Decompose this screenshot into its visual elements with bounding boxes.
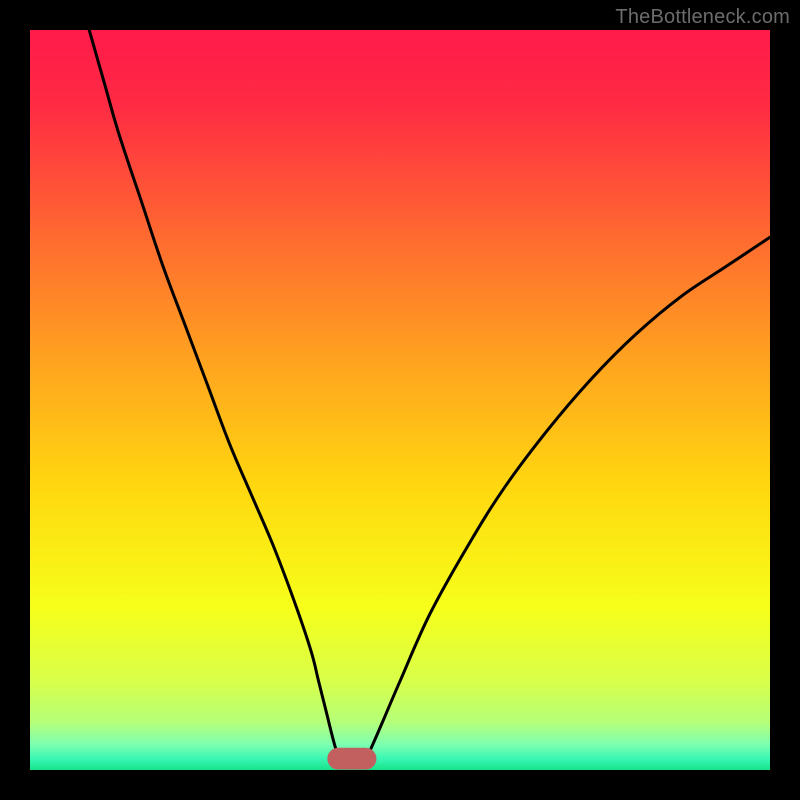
outer-frame: TheBottleneck.com: [0, 0, 800, 800]
bottleneck-chart: [30, 30, 770, 770]
optimal-marker: [328, 748, 376, 769]
plot-background: [30, 30, 770, 770]
watermark-text: TheBottleneck.com: [615, 6, 790, 29]
